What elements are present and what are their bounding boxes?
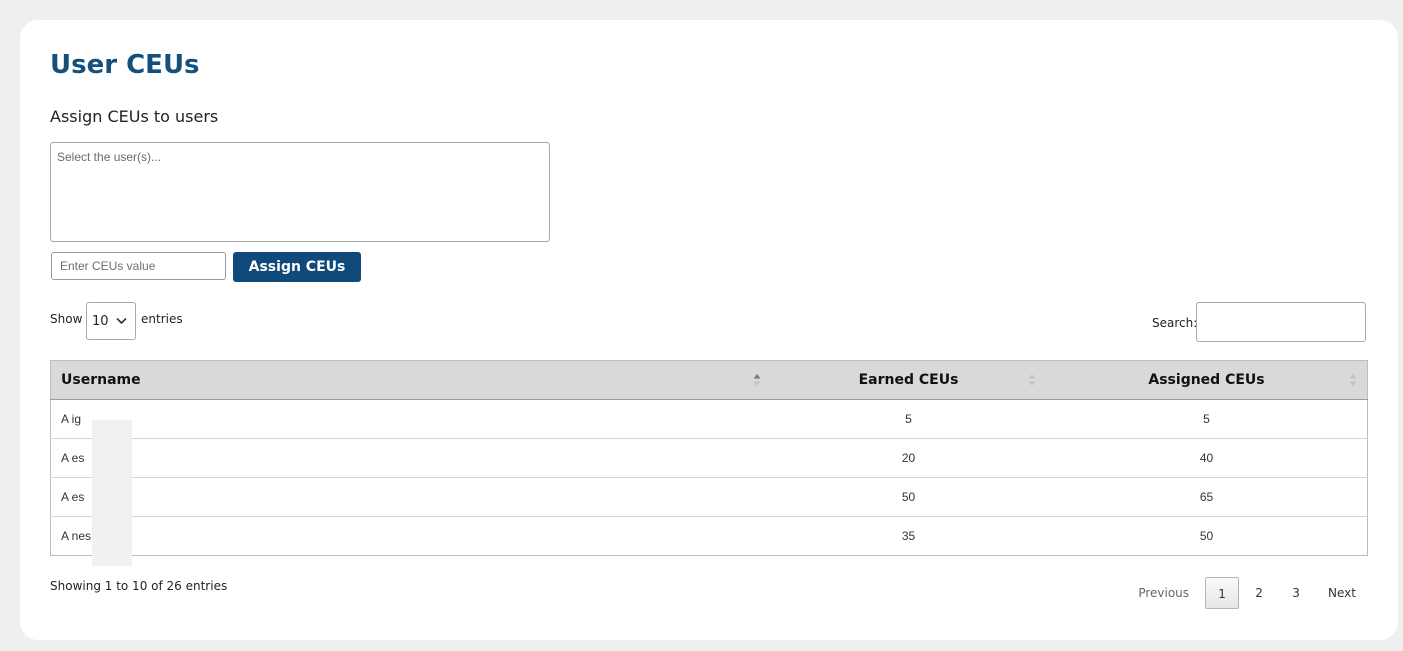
entries-label: entries (141, 312, 183, 326)
show-label: Show (50, 312, 83, 326)
sort-icon (753, 374, 761, 386)
username-cell: A nes (50, 516, 771, 556)
column-header-label: Earned CEUs (858, 372, 959, 388)
search-label: Search: (1152, 316, 1198, 330)
table-header-row: Username Earned CEUs Assigned CEUs (50, 360, 1368, 400)
users-ceus-table: Username Earned CEUs Assigned CEUs A ig … (50, 360, 1368, 556)
ceus-value-input[interactable] (51, 252, 226, 280)
username-cell: A es (50, 438, 771, 478)
earned-ceus-cell: 20 (771, 438, 1046, 478)
user-multiselect-placeholder: Select the user(s)... (57, 150, 162, 164)
table-row: A ig 5 5 (50, 399, 1368, 439)
column-header-label: Assigned CEUs (1148, 372, 1265, 388)
assign-section-heading: Assign CEUs to users (50, 107, 219, 126)
assign-ceus-button[interactable]: Assign CEUs (233, 252, 361, 282)
earned-ceus-cell: 5 (771, 399, 1046, 439)
pagination-previous[interactable]: Previous (1126, 577, 1201, 609)
main-card: User CEUs Assign CEUs to users Select th… (20, 20, 1398, 640)
redaction-overlay (92, 420, 132, 566)
sort-icon (1028, 374, 1036, 386)
pagination: Previous 1 2 3 Next (1126, 577, 1368, 609)
assigned-ceus-cell: 50 (1046, 516, 1368, 556)
earned-ceus-cell: 35 (771, 516, 1046, 556)
table-row: A es 50 65 (50, 477, 1368, 517)
entries-per-page-select[interactable]: 10 (86, 302, 136, 340)
assigned-ceus-cell: 5 (1046, 399, 1368, 439)
column-header-assigned-ceus[interactable]: Assigned CEUs (1046, 360, 1368, 400)
table-search-input[interactable] (1196, 302, 1366, 342)
assigned-ceus-cell: 65 (1046, 477, 1368, 517)
pagination-next[interactable]: Next (1316, 577, 1368, 609)
pagination-page-3[interactable]: 3 (1279, 577, 1313, 609)
username-cell: A ig (50, 399, 771, 439)
table-row: A nes 35 50 (50, 516, 1368, 556)
pagination-page-1[interactable]: 1 (1205, 577, 1240, 609)
column-header-label: Username (61, 372, 141, 388)
column-header-username[interactable]: Username (50, 360, 771, 400)
table-row: A es 20 40 (50, 438, 1368, 478)
pagination-page-2[interactable]: 2 (1242, 577, 1276, 609)
chevron-down-icon (116, 317, 127, 325)
column-header-earned-ceus[interactable]: Earned CEUs (771, 360, 1046, 400)
username-cell: A es (50, 477, 771, 517)
assigned-ceus-cell: 40 (1046, 438, 1368, 478)
sort-icon (1349, 374, 1357, 386)
earned-ceus-cell: 50 (771, 477, 1046, 517)
entries-per-page-value: 10 (92, 314, 109, 329)
page-title: User CEUs (50, 50, 200, 80)
table-info: Showing 1 to 10 of 26 entries (50, 579, 228, 593)
user-multiselect[interactable]: Select the user(s)... (50, 142, 550, 242)
